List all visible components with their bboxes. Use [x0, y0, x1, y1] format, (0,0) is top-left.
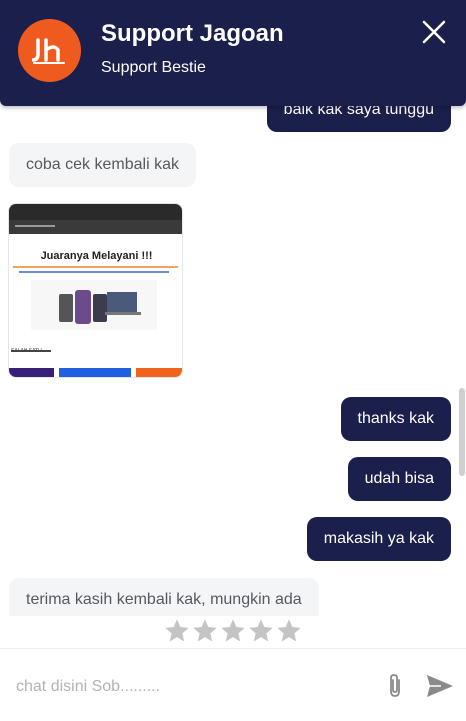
message-text: thanks kak: [357, 410, 434, 427]
image-footer-text: SALAH SATU: [11, 348, 42, 354]
star-icon[interactable]: [219, 617, 247, 645]
chat-header: Support Jagoan Support Bestie: [0, 0, 466, 106]
chat-scrollbar[interactable]: [459, 388, 465, 476]
star-icon[interactable]: [163, 617, 191, 645]
chat-subtitle: Support Bestie: [101, 59, 206, 76]
star-icon[interactable]: [247, 617, 275, 645]
rating-stars: [163, 617, 303, 645]
attach-button[interactable]: [384, 673, 406, 699]
message-text: makasih ya kak: [323, 530, 434, 547]
chat-input[interactable]: [16, 675, 366, 699]
paperclip-icon: [390, 674, 400, 697]
message-agent: terima kasih kembali kak, mungkin ada: [9, 578, 319, 616]
image-caption: Juaranya Melayani !!!: [40, 250, 153, 262]
star-icon[interactable]: [275, 617, 303, 645]
logo-mark: [31, 37, 65, 64]
star-icon[interactable]: [191, 617, 219, 645]
message-image[interactable]: Juaranya Melayani !!! SALAH SATU: [8, 203, 183, 378]
message-user: thanks kak: [340, 397, 451, 441]
message-agent: coba cek kembali kak: [9, 143, 196, 187]
brand-logo: [18, 19, 81, 82]
chat-title: Support Jagoan: [101, 20, 284, 47]
send-icon: [427, 675, 453, 697]
message-text: terima kasih kembali kak, mungkin ada: [26, 591, 302, 608]
close-button[interactable]: [421, 19, 447, 45]
send-button[interactable]: [425, 673, 455, 699]
message-composer: [0, 648, 466, 721]
message-user: makasih ya kak: [306, 517, 451, 561]
message-user: udah bisa: [347, 457, 451, 501]
close-icon: [422, 20, 446, 44]
message-text: coba cek kembali kak: [26, 156, 179, 173]
message-text: udah bisa: [364, 470, 434, 487]
